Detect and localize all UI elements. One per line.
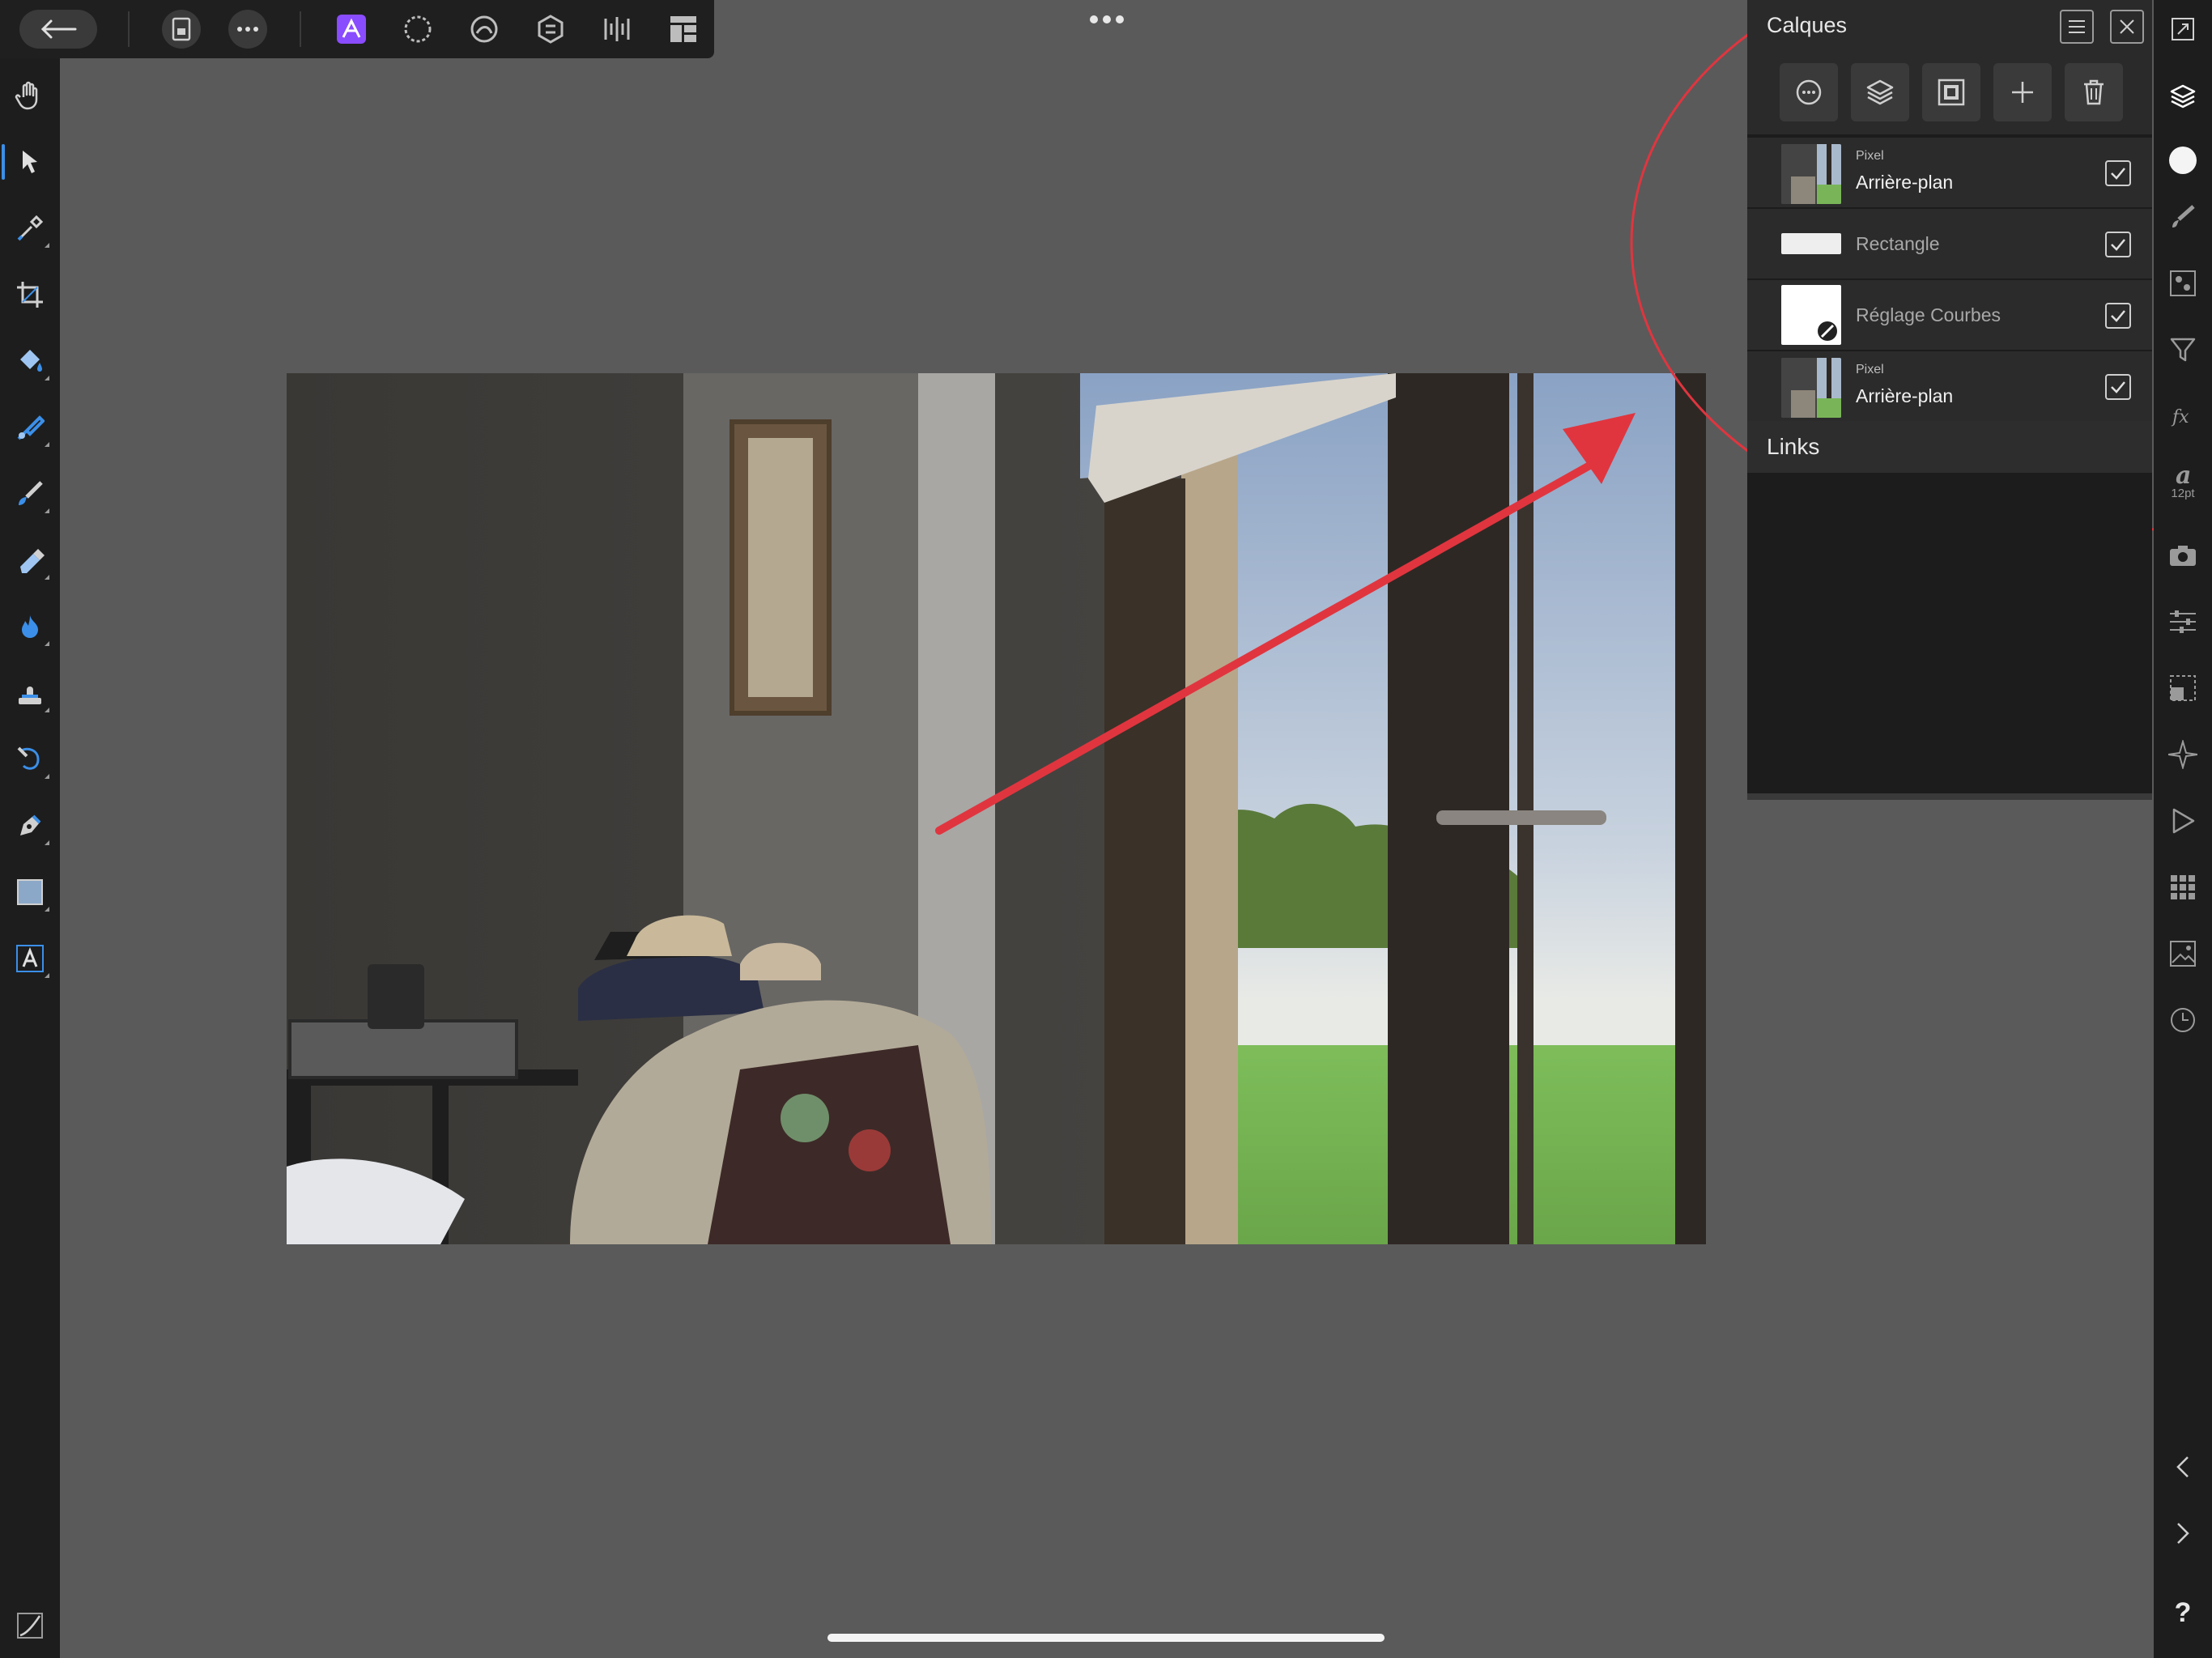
channels-studio-button[interactable] [2162,866,2204,908]
panel-close-button[interactable] [2110,10,2144,44]
stack-icon [1866,79,1894,105]
brushes-studio-button[interactable] [2162,196,2204,238]
layers-panel: Calques Pixel Arrière-plan Rectangle Rég… [1747,0,2152,800]
layer-name: Rectangle [1856,233,1940,254]
trash-icon [2084,79,2104,105]
layer-row[interactable]: Rectangle [1747,207,2152,278]
layer-visibility-checkbox[interactable] [2105,232,2131,257]
layer-row[interactable]: Pixel Arrière-plan [1747,136,2152,207]
image-icon [2170,941,2196,967]
adjustments-studio-button[interactable] [2162,262,2204,304]
font-size-label: 12pt [2171,486,2195,500]
layers-actions-bar [1747,50,2152,134]
help-button[interactable]: ? [2162,1592,2204,1634]
panel-bottom-edge [1747,793,2152,800]
chevron-left-icon [2176,1456,2189,1477]
checkmark-icon [2111,239,2125,251]
layer-type-label: Pixel [1856,363,1884,376]
font-icon: a [2176,462,2191,487]
expand-icon [2172,18,2194,40]
selection-icon [2170,675,2196,701]
compass-studio-button[interactable] [2162,733,2204,776]
checkmark-icon [2111,381,2125,393]
curves-adjustment-icon [1818,321,1837,341]
grid-icon [2171,875,2195,899]
stock-studio-button[interactable] [2162,534,2204,576]
brush-icon [2172,205,2195,227]
text-styles-studio-button[interactable]: a 12pt [2162,460,2204,502]
layer-row[interactable]: Réglage Courbes [1747,278,2152,350]
collapse-left-button[interactable] [2162,1446,2204,1488]
effects-studio-button[interactable]: fx [2162,395,2204,437]
layer-visibility-checkbox[interactable] [2105,374,2131,400]
layer-name: Arrière-plan [1856,385,1954,406]
clock-icon [2171,1008,2195,1032]
layer-visibility-checkbox[interactable] [2105,160,2131,186]
svg-text:a: a [2176,462,2191,487]
color-studio-button[interactable] [2162,139,2204,181]
histogram-studio-button[interactable] [2162,933,2204,975]
layer-thumbnail [1781,358,1841,418]
close-icon [2120,19,2134,34]
navigator-studio-button[interactable] [2162,667,2204,709]
filters-studio-button[interactable] [2162,329,2204,371]
collapse-right-button[interactable] [2162,1512,2204,1554]
links-section[interactable]: Links [1747,421,2152,473]
color-swatch-icon [2169,147,2197,174]
macros-studio-button[interactable] [2162,800,2204,842]
layers-icon [2170,84,2196,108]
svg-text:fx: fx [2171,407,2189,427]
layer-thumbnail [1781,233,1841,254]
annotation-arrow-line [935,449,1615,835]
studio-panel-strip: fx a 12pt ? [2154,0,2212,1658]
toggle-studio-button[interactable] [2162,8,2204,50]
home-indicator[interactable] [827,1634,1385,1642]
mask-icon [1938,79,1965,106]
filter-icon [2170,338,2196,362]
plus-icon [2012,82,2033,103]
transform-studio-button[interactable] [2162,601,2204,643]
play-icon [2172,808,2195,834]
compass-icon [2168,740,2197,769]
layer-thumbnail [1781,285,1841,345]
layer-row[interactable]: Pixel Arrière-plan [1747,350,2152,421]
blend-options-button[interactable] [1780,63,1838,121]
sliders-icon [2170,610,2196,633]
layer-type-label: Pixel [1856,149,1884,163]
camera-icon [2170,546,2196,566]
panel-menu-button[interactable] [2060,10,2094,44]
layers-panel-title: Calques [1767,13,1848,37]
layer-visibility-checkbox[interactable] [2105,303,2131,329]
checkmark-icon [2111,168,2125,180]
fx-icon: fx [2171,407,2189,427]
add-layer-button[interactable] [1993,63,2052,121]
delete-layer-button[interactable] [2065,63,2123,121]
layer-name: Arrière-plan [1856,172,1954,193]
layer-group-button[interactable] [1851,63,1909,121]
menu-icon [2069,20,2085,33]
history-studio-button[interactable] [2162,999,2204,1041]
chevron-right-icon [2177,1523,2189,1544]
links-label: Links [1767,434,1820,459]
checkmark-icon [2111,310,2125,322]
adjustments-icon [2170,270,2196,296]
mask-layer-button[interactable] [1922,63,1980,121]
more-circle-icon [1796,79,1822,105]
help-label: ? [2174,1596,2192,1628]
layer-thumbnail [1781,144,1841,204]
layers-studio-button[interactable] [2162,76,2204,118]
layers-panel-header: Calques [1747,0,2152,50]
layer-name: Réglage Courbes [1856,304,2001,325]
